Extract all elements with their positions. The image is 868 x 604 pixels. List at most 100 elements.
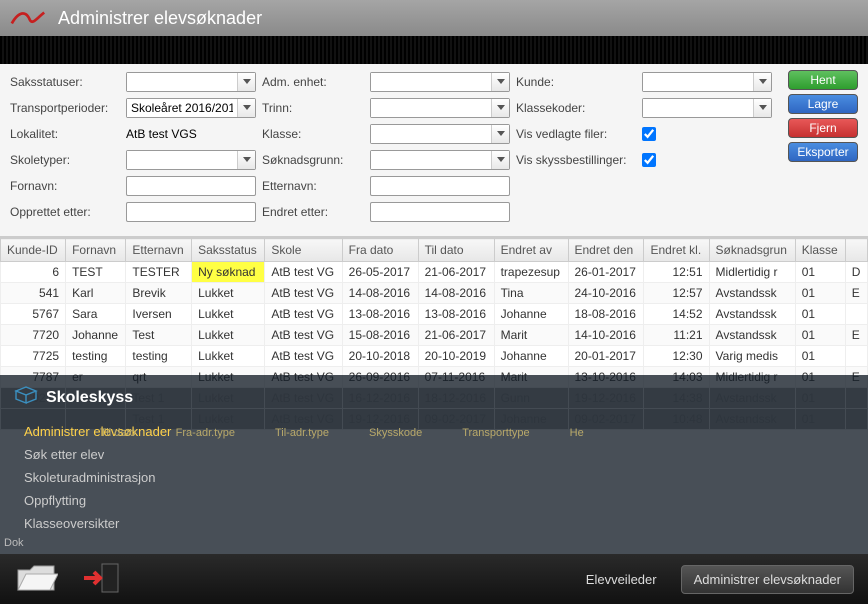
folder-icon[interactable] (14, 560, 58, 599)
klasse-combo[interactable] (370, 124, 510, 144)
admin-button[interactable]: Administrer elevsøknader (681, 565, 854, 594)
cell: E (845, 283, 867, 304)
klasse-input[interactable] (371, 125, 491, 143)
cell: testing (126, 346, 192, 367)
vis-vedlagte-checkbox[interactable] (642, 127, 656, 141)
eksporter-button[interactable]: Eksporter (788, 142, 858, 162)
opprettet-etter-input[interactable] (126, 202, 256, 222)
chevron-down-icon[interactable] (237, 99, 255, 117)
col-header[interactable]: Klasse (795, 239, 845, 262)
cell: AtB test VG (265, 283, 342, 304)
soknadsgrunn-combo[interactable] (370, 150, 510, 170)
col-header[interactable]: Fornavn (66, 239, 126, 262)
cell: 7720 (1, 325, 66, 346)
endret-etter-input[interactable] (370, 202, 510, 222)
cell: 14-10-2016 (568, 325, 644, 346)
cell: AtB test VG (265, 325, 342, 346)
cell: Lukket (192, 304, 265, 325)
cell: 18-08-2016 (568, 304, 644, 325)
col-header[interactable]: Endret kl. (644, 239, 709, 262)
adm-enhet-input[interactable] (371, 73, 491, 91)
cell: Johanne (66, 325, 126, 346)
fornavn-label: Fornavn: (10, 179, 120, 193)
cell: E (845, 325, 867, 346)
cell: 24-10-2016 (568, 283, 644, 304)
vis-skyss-checkbox[interactable] (642, 153, 656, 167)
overlay-item[interactable]: Oppflytting (24, 489, 868, 512)
table-row[interactable]: 7725testingtestingLukketAtB test VG20-10… (1, 346, 868, 367)
col-header[interactable]: Fra dato (342, 239, 418, 262)
skoletyper-label: Skoletyper: (10, 153, 120, 167)
overlay-item[interactable]: Søk etter elev (24, 443, 868, 466)
col-header[interactable]: Saksstatus (192, 239, 265, 262)
table-row[interactable]: 7720JohanneTestLukketAtB test VG15-08-20… (1, 325, 868, 346)
chevron-down-icon[interactable] (237, 151, 255, 169)
adm-enhet-label: Adm. enhet: (262, 75, 364, 89)
col-header[interactable]: Kunde-ID (1, 239, 66, 262)
col-header[interactable]: Etternavn (126, 239, 192, 262)
transportperioder-input[interactable] (127, 99, 237, 117)
klassekoder-label: Klassekoder: (516, 101, 636, 115)
skoletyper-combo[interactable] (126, 150, 256, 170)
col-header[interactable] (845, 239, 867, 262)
etternavn-input[interactable] (370, 176, 510, 196)
cell: testing (66, 346, 126, 367)
overlay-item[interactable]: Klasseoversikter (24, 512, 868, 535)
trinn-combo[interactable] (370, 98, 510, 118)
table-row[interactable]: 541KarlBrevikLukketAtB test VG14-08-2016… (1, 283, 868, 304)
cell: Tina (494, 283, 568, 304)
saksstatuser-input[interactable] (127, 73, 237, 91)
col-header[interactable]: Endret av (494, 239, 568, 262)
col-header[interactable]: Skole (265, 239, 342, 262)
saksstatuser-combo[interactable] (126, 72, 256, 92)
col-header[interactable]: Endret den (568, 239, 644, 262)
table-row[interactable]: 5767SaraIversenLukketAtB test VG13-08-20… (1, 304, 868, 325)
kunde-combo[interactable] (642, 72, 772, 92)
chevron-down-icon[interactable] (491, 73, 509, 91)
nav-overlay: Skoleskyss Til dato Fra-adr.type Til-adr… (0, 375, 868, 555)
cell: AtB test VG (265, 346, 342, 367)
trinn-label: Trinn: (262, 101, 364, 115)
cell: AtB test VG (265, 304, 342, 325)
cell: Lukket (192, 346, 265, 367)
lagre-button[interactable]: Lagre (788, 94, 858, 114)
chevron-down-icon[interactable] (491, 151, 509, 169)
elevveileder-button[interactable]: Elevveileder (586, 572, 657, 587)
kunde-input[interactable] (643, 73, 753, 91)
chevron-down-icon[interactable] (491, 125, 509, 143)
col-header[interactable]: Søknadsgrun (709, 239, 795, 262)
hent-button[interactable]: Hent (788, 70, 858, 90)
col-header[interactable]: Til dato (418, 239, 494, 262)
chevron-down-icon[interactable] (753, 73, 771, 91)
dok-label: Dok (4, 537, 24, 549)
fjern-button[interactable]: Fjern (788, 118, 858, 138)
klassekoder-input[interactable] (643, 99, 753, 117)
cell: 01 (795, 304, 845, 325)
soknadsgrunn-label: Søknadsgrunn: (262, 153, 364, 167)
fornavn-input[interactable] (126, 176, 256, 196)
cell: 541 (1, 283, 66, 304)
chevron-down-icon[interactable] (491, 99, 509, 117)
cell (845, 346, 867, 367)
soknadsgrunn-input[interactable] (371, 151, 491, 169)
overlay-item[interactable]: Skoleturadministrasjon (24, 466, 868, 489)
cell: 13-08-2016 (418, 304, 494, 325)
cell: 20-10-2018 (342, 346, 418, 367)
kunde-label: Kunde: (516, 75, 636, 89)
cell: Lukket (192, 283, 265, 304)
cell: TEST (66, 262, 126, 283)
adm-enhet-combo[interactable] (370, 72, 510, 92)
chevron-down-icon[interactable] (237, 73, 255, 91)
trinn-input[interactable] (371, 99, 491, 117)
cell: 6 (1, 262, 66, 283)
exit-icon[interactable] (82, 560, 126, 599)
cell: Sara (66, 304, 126, 325)
app-header: Administrer elevsøknader (0, 0, 868, 36)
skoletyper-input[interactable] (127, 151, 237, 169)
table-row[interactable]: 6TESTTESTERNy søknadAtB test VG26-05-201… (1, 262, 868, 283)
cell (845, 304, 867, 325)
transportperioder-combo[interactable] (126, 98, 256, 118)
cell: Avstandssk (709, 304, 795, 325)
klassekoder-combo[interactable] (642, 98, 772, 118)
chevron-down-icon[interactable] (753, 99, 771, 117)
